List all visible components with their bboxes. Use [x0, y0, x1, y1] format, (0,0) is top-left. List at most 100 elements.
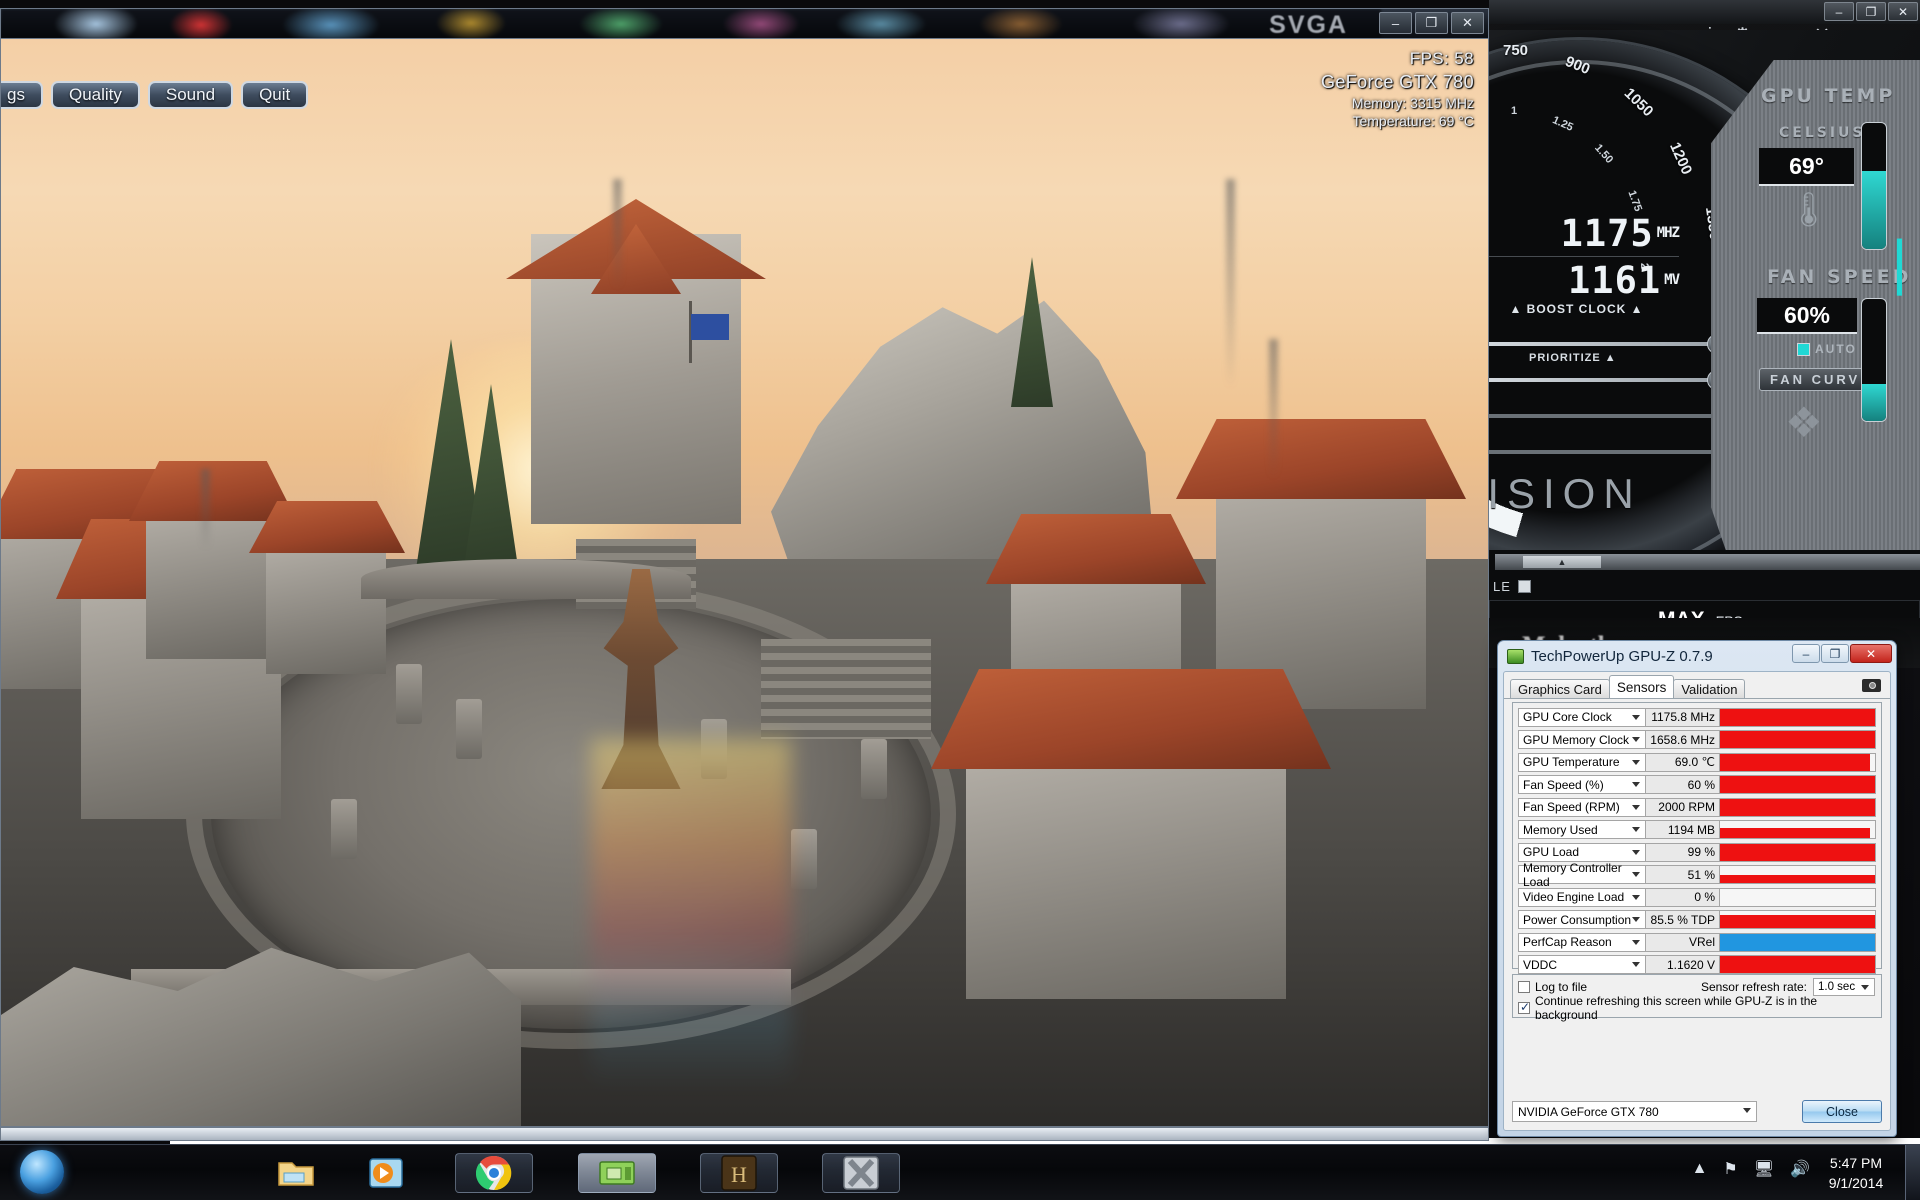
- refresh-rate-dropdown[interactable]: 1.0 sec: [1813, 978, 1875, 996]
- plaza-stairs-right: [761, 639, 931, 739]
- sensor-name-dropdown[interactable]: GPU Memory Clock: [1518, 730, 1646, 749]
- fan-auto-toggle[interactable]: AUTO: [1797, 342, 1857, 356]
- tab-sensors[interactable]: Sensors: [1608, 675, 1675, 698]
- show-hidden-icon[interactable]: ▲: [1692, 1160, 1708, 1178]
- sensor-name-dropdown[interactable]: PerfCap Reason: [1518, 932, 1646, 952]
- close-button[interactable]: ✕: [1451, 12, 1484, 34]
- taskbar-clock[interactable]: 5:47 PM 9/1/2014: [1814, 1153, 1898, 1193]
- gpuz-window: TechPowerUp GPU-Z 0.7.9 – ❐ ✕ Graphics C…: [1497, 640, 1897, 1137]
- sensor-name-dropdown[interactable]: GPU Load: [1518, 842, 1646, 862]
- network-icon[interactable]: ⚑: [1723, 1159, 1737, 1179]
- close-button[interactable]: Close: [1802, 1100, 1882, 1123]
- overlay-memory: Memory: 3315 MHz: [1351, 95, 1474, 111]
- chevron-down-icon[interactable]: [1632, 849, 1640, 855]
- temp-slider-track[interactable]: [1489, 370, 1727, 390]
- gpuz-options: Log to file Sensor refresh rate: 1.0 sec…: [1512, 974, 1882, 1022]
- taskbar-item-explorer[interactable]: [265, 1153, 327, 1193]
- sensor-name-dropdown[interactable]: Memory Used: [1518, 820, 1646, 839]
- sensor-value: 1658.6 MHz: [1646, 730, 1720, 749]
- sensor-value: VRel: [1646, 932, 1720, 952]
- fan-speed-title: FAN SPEED: [1767, 266, 1912, 288]
- evga-enable-checkbox[interactable]: [1517, 579, 1531, 593]
- taskbar-item-chrome[interactable]: [455, 1153, 533, 1193]
- smoke-plume-2: [1226, 179, 1235, 389]
- tab-graphics-card[interactable]: Graphics Card: [1510, 679, 1610, 698]
- evga-close-button[interactable]: ✕: [1888, 2, 1918, 21]
- action-center-icon[interactable]: 🖥: [1754, 1159, 1774, 1179]
- gpuz-maximize-button[interactable]: ❐: [1821, 644, 1849, 663]
- core-offset-track[interactable]: [1489, 414, 1719, 418]
- chevron-down-icon[interactable]: [1632, 759, 1640, 765]
- chevron-down-icon[interactable]: [1743, 1108, 1751, 1113]
- chevron-down-icon[interactable]: [1632, 939, 1640, 945]
- taskbar-item-evga-x[interactable]: [822, 1153, 900, 1193]
- continue-refresh-row: Continue refreshing this screen while GP…: [1513, 994, 1881, 1022]
- taskbar-item-media-player[interactable]: [355, 1153, 417, 1193]
- gpuz-title-bar[interactable]: TechPowerUp GPU-Z 0.7.9 – ❐ ✕: [1498, 641, 1896, 671]
- sound-button[interactable]: Sound: [147, 81, 234, 109]
- sensor-name-dropdown[interactable]: Fan Speed (%): [1518, 775, 1646, 794]
- show-desktop-button[interactable]: [1905, 1145, 1920, 1200]
- log-to-file-checkbox[interactable]: [1518, 980, 1530, 993]
- auto-label: AUTO: [1815, 342, 1857, 356]
- camera-icon[interactable]: [1862, 679, 1881, 692]
- volume-icon[interactable]: 🔊: [1790, 1159, 1810, 1179]
- blue-flag: [691, 314, 729, 340]
- settings-button[interactable]: gs: [1, 81, 43, 109]
- fan-speed-bar: [1861, 298, 1887, 422]
- table-row: Fan Speed (%) 60 %: [1518, 775, 1876, 795]
- evga-minimize-button[interactable]: –: [1824, 2, 1854, 21]
- quality-button[interactable]: Quality: [50, 81, 140, 109]
- power-slider-track[interactable]: [1489, 334, 1727, 354]
- sensor-name-dropdown[interactable]: GPU Temperature: [1518, 752, 1646, 772]
- game-title-bar[interactable]: SVGA – ❐ ✕: [0, 8, 1489, 38]
- sensor-name-dropdown[interactable]: VDDC: [1518, 955, 1646, 974]
- start-button[interactable]: [20, 1150, 64, 1194]
- sensor-graph-fill: [1720, 843, 1875, 861]
- sensor-name-dropdown[interactable]: Power Consumption: [1518, 910, 1646, 929]
- evga-maximize-button[interactable]: ❐: [1856, 2, 1886, 21]
- continue-refresh-checkbox[interactable]: [1518, 1000, 1530, 1014]
- chevron-down-icon[interactable]: [1632, 714, 1640, 720]
- gpuz-close-button[interactable]: ✕: [1850, 644, 1892, 663]
- evga-x-icon: [843, 1156, 879, 1190]
- sensor-graph-fill: [1720, 933, 1875, 951]
- sensor-name: Memory Controller Load: [1523, 860, 1622, 889]
- overlay-temperature: Temperature: 69 °C: [1352, 113, 1474, 129]
- gpu-select-dropdown[interactable]: NVIDIA GeForce GTX 780: [1512, 1101, 1757, 1122]
- tab-validation[interactable]: Validation: [1673, 679, 1746, 698]
- core-clock-readout: 1175 MHZ: [1489, 210, 1680, 257]
- chevron-down-icon[interactable]: [1632, 917, 1640, 922]
- evga-title-bar[interactable]: – ❐ ✕: [1489, 0, 1920, 24]
- gpuz-minimize-button[interactable]: –: [1792, 644, 1820, 663]
- taskbar-item-gpuz[interactable]: [578, 1153, 656, 1193]
- house-right-3-roof: [931, 669, 1331, 769]
- sensor-list: GPU Core Clock 1175.8 MHz GPU Memory Clo…: [1512, 702, 1882, 974]
- chevron-down-icon[interactable]: [1861, 985, 1869, 990]
- maximize-button[interactable]: ❐: [1415, 12, 1448, 34]
- clock-date: 9/1/2014: [1828, 1175, 1884, 1191]
- sensor-name-dropdown[interactable]: GPU Core Clock: [1518, 707, 1646, 727]
- taskbar-item-heaven[interactable]: H: [700, 1153, 778, 1193]
- chevron-down-icon[interactable]: [1632, 804, 1640, 810]
- chevron-down-icon[interactable]: [1632, 827, 1640, 832]
- auto-checkbox[interactable]: [1797, 342, 1810, 356]
- chevron-down-icon[interactable]: [1632, 894, 1640, 900]
- mem-offset-track[interactable]: [1489, 450, 1719, 454]
- sensor-value: 1175.8 MHz: [1646, 707, 1720, 727]
- sensor-name: PerfCap Reason: [1523, 935, 1612, 949]
- sensor-name-dropdown[interactable]: Fan Speed (RPM): [1518, 797, 1646, 817]
- chevron-down-icon[interactable]: [1632, 872, 1640, 877]
- sensor-graph: [1720, 797, 1876, 817]
- quit-button[interactable]: Quit: [241, 81, 309, 109]
- evga-collapse-handle[interactable]: ▲: [1523, 556, 1601, 568]
- sensor-graph-fill: [1720, 731, 1875, 748]
- chevron-down-icon[interactable]: [1632, 782, 1640, 787]
- minimize-button[interactable]: –: [1379, 12, 1412, 34]
- sensor-name-dropdown[interactable]: Video Engine Load: [1518, 887, 1646, 907]
- sensor-graph: [1720, 775, 1876, 794]
- game-viewport[interactable]: FPS: 58 GeForce GTX 780 Memory: 3315 MHz…: [0, 38, 1489, 1127]
- chevron-down-icon[interactable]: [1632, 962, 1640, 967]
- sensor-name-dropdown[interactable]: Memory Controller Load: [1518, 861, 1646, 889]
- chevron-down-icon[interactable]: [1632, 737, 1640, 742]
